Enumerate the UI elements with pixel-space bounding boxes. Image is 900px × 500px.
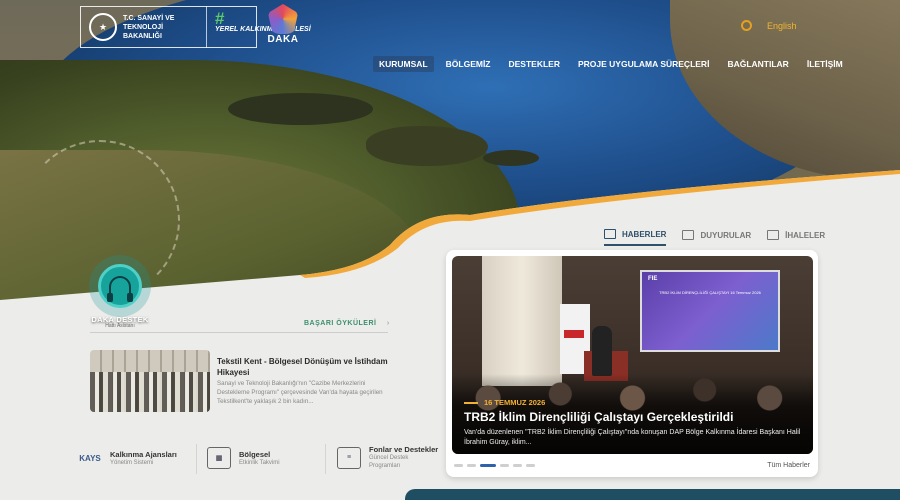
- news-description: Van'da düzenlenen "TRB2 İklim Dirençlili…: [464, 429, 801, 446]
- hero-island: [483, 150, 539, 166]
- divider: [325, 444, 326, 474]
- language-switch[interactable]: English: [741, 20, 797, 31]
- shortcut-title: Bölgesel: [239, 449, 271, 459]
- divider: [196, 444, 197, 474]
- story-description: Sanayi ve Teknoloji Bakanlığı'nın "Cazib…: [217, 380, 383, 405]
- news-card: FIE TRB2 İKLİM DİRENÇLİLİĞİ ÇALIŞTAYI 16…: [446, 250, 818, 477]
- nav-item-iletisim[interactable]: İLETİŞİM: [801, 56, 849, 72]
- speaker: [592, 326, 612, 376]
- slider-dot[interactable]: [467, 464, 476, 467]
- slider-dot[interactable]: [513, 464, 522, 467]
- kays-icon: KAYS: [79, 453, 101, 463]
- daka-logo-text: DAKA: [267, 34, 299, 45]
- tab-haberler[interactable]: HABERLER: [604, 229, 667, 246]
- news-title[interactable]: TRB2 İklim Dirençliliği Çalıştayı Gerçek…: [464, 410, 804, 424]
- slider-dot[interactable]: [526, 464, 535, 467]
- news-tabs: HABERLER DUYURULAR İHALELER: [604, 229, 841, 246]
- shortcut-subtitle: Güncel Destek Programları: [369, 455, 409, 469]
- shortcut-kays[interactable]: KAYS Kalkınma Ajansları Yönetim Sistemi: [78, 447, 177, 469]
- tab-label: HABERLER: [622, 229, 667, 239]
- main-nav: KURUMSAL BÖLGEMİZ DESTEKLER PROJE UYGULA…: [373, 56, 855, 72]
- footer-band: [405, 489, 900, 500]
- nav-item-baglantilar[interactable]: BAĞLANTILAR: [721, 56, 794, 72]
- shortcut-subtitle: Etkinlik Takvimi: [239, 459, 280, 466]
- hero-island: [366, 126, 488, 166]
- daka-flame-icon: [268, 4, 298, 34]
- success-stories-heading[interactable]: BAŞARI ÖYKÜLERİ ›: [304, 320, 390, 327]
- nav-item-destekler[interactable]: DESTEKLER: [503, 56, 566, 72]
- megaphone-icon: [682, 230, 695, 240]
- shortcut-event-calendar[interactable]: ▦ Bölgesel Etkinlik Takvimi: [207, 447, 280, 469]
- nav-item-proje-uygulama[interactable]: PROJE UYGULAMA SÜREÇLERİ: [572, 56, 715, 72]
- nav-item-kurumsal[interactable]: KURUMSAL: [373, 56, 434, 72]
- tab-duyurular[interactable]: DUYURULAR: [682, 230, 751, 245]
- headset-icon: [107, 276, 133, 302]
- support-circle: [98, 264, 142, 308]
- ministry-emblem-icon: ★: [89, 13, 117, 41]
- globe-icon: [741, 20, 752, 31]
- all-news-link[interactable]: Tüm Haberler: [767, 462, 810, 469]
- tab-label: DUYURULAR: [700, 230, 752, 240]
- document-icon: ≡: [337, 446, 361, 469]
- newspaper-icon: [604, 229, 616, 239]
- support-assistant-button[interactable]: [89, 255, 151, 317]
- screen-logo: FIE: [648, 276, 658, 282]
- tab-label: İHALELER: [785, 230, 826, 240]
- ministry-name: T.C. SANAYİ VE TEKNOLOJİ BAKANLIĞI: [123, 14, 175, 40]
- slider-dot[interactable]: [480, 464, 496, 467]
- shortcut-subtitle: Yönetim Sistemi: [110, 459, 154, 466]
- slider-dot[interactable]: [500, 464, 509, 467]
- tab-ihaleler[interactable]: İHALELER: [767, 230, 825, 245]
- slider-dot[interactable]: [454, 464, 463, 467]
- projection-screen: FIE TRB2 İKLİM DİRENÇLİLİĞİ ÇALIŞTAYI 16…: [640, 270, 780, 352]
- screen-text: TRB2 İKLİM DİRENÇLİLİĞİ ÇALIŞTAYI 16 Tem…: [659, 290, 761, 295]
- daka-logo[interactable]: DAKA: [261, 4, 305, 52]
- story-image[interactable]: [90, 350, 210, 412]
- chevron-right-icon: ›: [386, 320, 390, 327]
- hero-island: [228, 93, 373, 125]
- story-title[interactable]: Tekstil Kent - Bölgesel Dönüşüm ve İstih…: [217, 356, 392, 378]
- slider-dots: [454, 464, 535, 467]
- news-date: 16 TEMMUZ 2026: [464, 398, 545, 407]
- wall-panel: [482, 256, 562, 386]
- gavel-icon: [767, 230, 780, 240]
- success-stories-label: BAŞARI ÖYKÜLERİ: [304, 320, 377, 327]
- support-sublabel: Hattı Asistanı: [105, 323, 135, 329]
- calendar-icon: ▦: [207, 447, 231, 469]
- divider: [90, 332, 388, 333]
- language-label: English: [767, 20, 797, 31]
- shortcut-funds[interactable]: ≡ Fonlar ve Destekler Güncel Destek Prog…: [337, 445, 439, 470]
- shortcut-title: Kalkınma Ajansları: [110, 449, 177, 459]
- shortcut-title: Fonlar ve Destekler: [369, 445, 439, 454]
- news-image[interactable]: FIE TRB2 İKLİM DİRENÇLİLİĞİ ÇALIŞTAYI 16…: [452, 256, 813, 454]
- nav-item-bolgemiz[interactable]: BÖLGEMİZ: [440, 56, 497, 72]
